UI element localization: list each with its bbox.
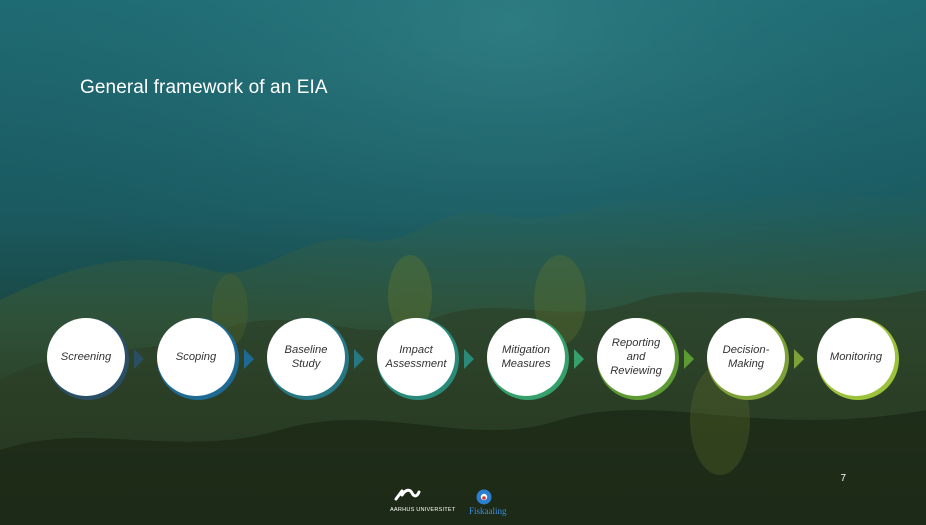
arrow-icon: [574, 349, 584, 369]
step-scoping: Scoping: [157, 318, 254, 400]
step-label: Monitoring: [829, 351, 883, 363]
footer-logos: AARHUS UNIVERSITET Fiskaaling: [390, 488, 507, 516]
arrow-icon: [794, 349, 804, 369]
svg-text:Fiskaaling: Fiskaaling: [469, 506, 507, 516]
step-label: Mitigation Measures: [501, 344, 551, 370]
step-reporting-and-reviewing: Reporting and Reviewing: [597, 318, 694, 400]
step-label: Impact Assessment: [385, 344, 447, 370]
fiskaaling-logo: Fiskaaling: [469, 489, 507, 516]
slide: General framework of an EIA Screening Sc…: [0, 0, 926, 525]
step-circle: Mitigation Measures: [487, 318, 565, 396]
arrow-icon: [134, 349, 144, 369]
step-label: Decision- Making: [722, 344, 770, 370]
step-decision-making: Decision- Making: [707, 318, 804, 400]
step-baseline-study: Baseline Study: [267, 318, 364, 400]
step-monitoring: Monitoring: [817, 318, 899, 400]
eia-process-flow: Screening Scoping Baseline Study Impact …: [0, 0, 926, 525]
step-circle: Monitoring: [817, 318, 895, 396]
step-label: Baseline Study: [284, 344, 328, 370]
step-label: Scoping: [175, 351, 217, 363]
step-circle: Scoping: [157, 318, 235, 396]
step-circle: Impact Assessment: [377, 318, 455, 396]
arrow-icon: [244, 349, 254, 369]
step-circle: Screening: [47, 318, 125, 396]
step-impact-assessment: Impact Assessment: [377, 318, 474, 400]
step-circle: Reporting and Reviewing: [597, 318, 675, 396]
step-circle: Baseline Study: [267, 318, 345, 396]
step-circle: Decision- Making: [707, 318, 785, 396]
step-label: Reporting and Reviewing: [610, 337, 662, 377]
step-mitigation-measures: Mitigation Measures: [487, 318, 584, 400]
svg-text:AARHUS UNIVERSITET: AARHUS UNIVERSITET: [390, 507, 456, 513]
aarhus-university-logo: AARHUS UNIVERSITET: [390, 488, 456, 513]
step-screening: Screening: [47, 318, 144, 400]
step-label: Screening: [60, 351, 112, 363]
arrow-icon: [354, 349, 364, 369]
arrow-icon: [464, 349, 474, 369]
arrow-icon: [684, 349, 694, 369]
page-number: 7: [840, 473, 846, 484]
